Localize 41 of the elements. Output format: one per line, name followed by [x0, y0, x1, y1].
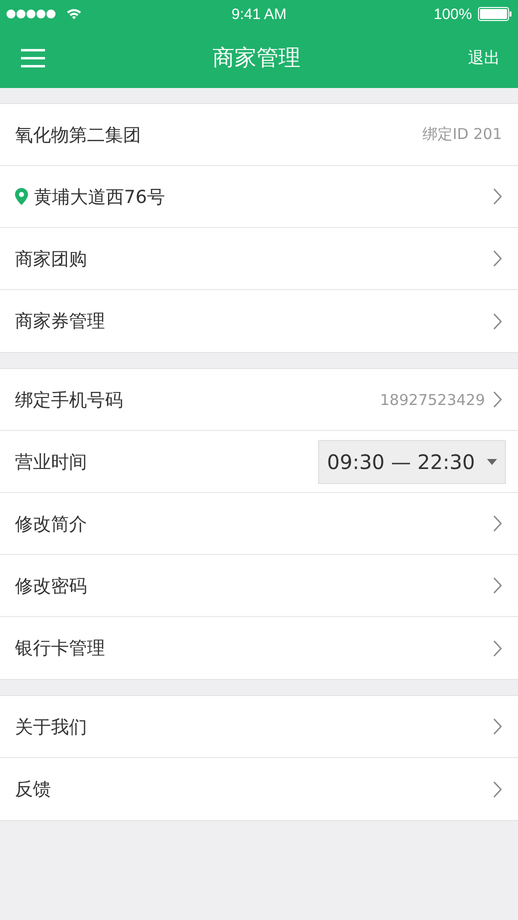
row-label: 氧化物第二集团 — [15, 124, 141, 146]
list-row[interactable]: 黄埔大道西76号 — [0, 166, 518, 228]
list-row[interactable]: 关于我们 — [0, 696, 518, 758]
hours-dropdown[interactable]: 09:30 — 22:30 — [318, 440, 506, 484]
chevron-right-icon — [493, 640, 502, 656]
list-row[interactable]: 营业时间 09:30 — 22:30 — [0, 431, 518, 493]
row-label: 修改简介 — [15, 512, 87, 536]
list-row[interactable]: 商家券管理 — [0, 290, 518, 352]
page-title: 商家管理 — [212, 45, 300, 73]
list-row[interactable]: 绑定手机号码 18927523429 — [0, 369, 518, 431]
dropdown-caret-icon — [487, 458, 497, 464]
list-row[interactable]: 修改简介 — [0, 493, 518, 555]
list-row[interactable]: 银行卡管理 — [0, 617, 518, 679]
wifi-icon — [66, 8, 82, 20]
row-label: 绑定手机号码 — [15, 388, 123, 412]
chevron-right-icon — [493, 312, 502, 330]
list-row[interactable]: 商家团购 — [0, 228, 518, 290]
chevron-right-icon — [493, 250, 502, 267]
row-label: 修改密码 — [15, 574, 87, 598]
status-time: 9:41 AM — [231, 6, 287, 22]
chevron-right-icon — [493, 188, 502, 205]
row-value: 18927523429 — [380, 390, 485, 408]
list-row[interactable]: 反馈 — [0, 758, 518, 820]
row-label: 营业时间 — [15, 450, 87, 474]
location-pin-icon — [15, 188, 28, 205]
row-label: 商家券管理 — [15, 310, 105, 333]
chevron-right-icon — [493, 391, 502, 408]
row-value: 绑定ID 201 — [422, 125, 502, 144]
chevron-right-icon — [493, 718, 502, 735]
chevron-right-icon — [493, 780, 502, 798]
row-label: 黄埔大道西76号 — [34, 186, 165, 208]
row-label: 银行卡管理 — [15, 637, 105, 660]
row-label: 关于我们 — [15, 716, 87, 738]
chevron-right-icon — [493, 515, 502, 532]
battery-percent: 100% — [434, 6, 472, 22]
list-row[interactable]: 修改密码 — [0, 555, 518, 617]
battery-icon — [478, 7, 512, 21]
row-label: 反馈 — [15, 778, 51, 801]
menu-icon[interactable] — [21, 48, 45, 68]
row-label: 商家团购 — [15, 248, 87, 270]
chevron-right-icon — [493, 577, 502, 594]
